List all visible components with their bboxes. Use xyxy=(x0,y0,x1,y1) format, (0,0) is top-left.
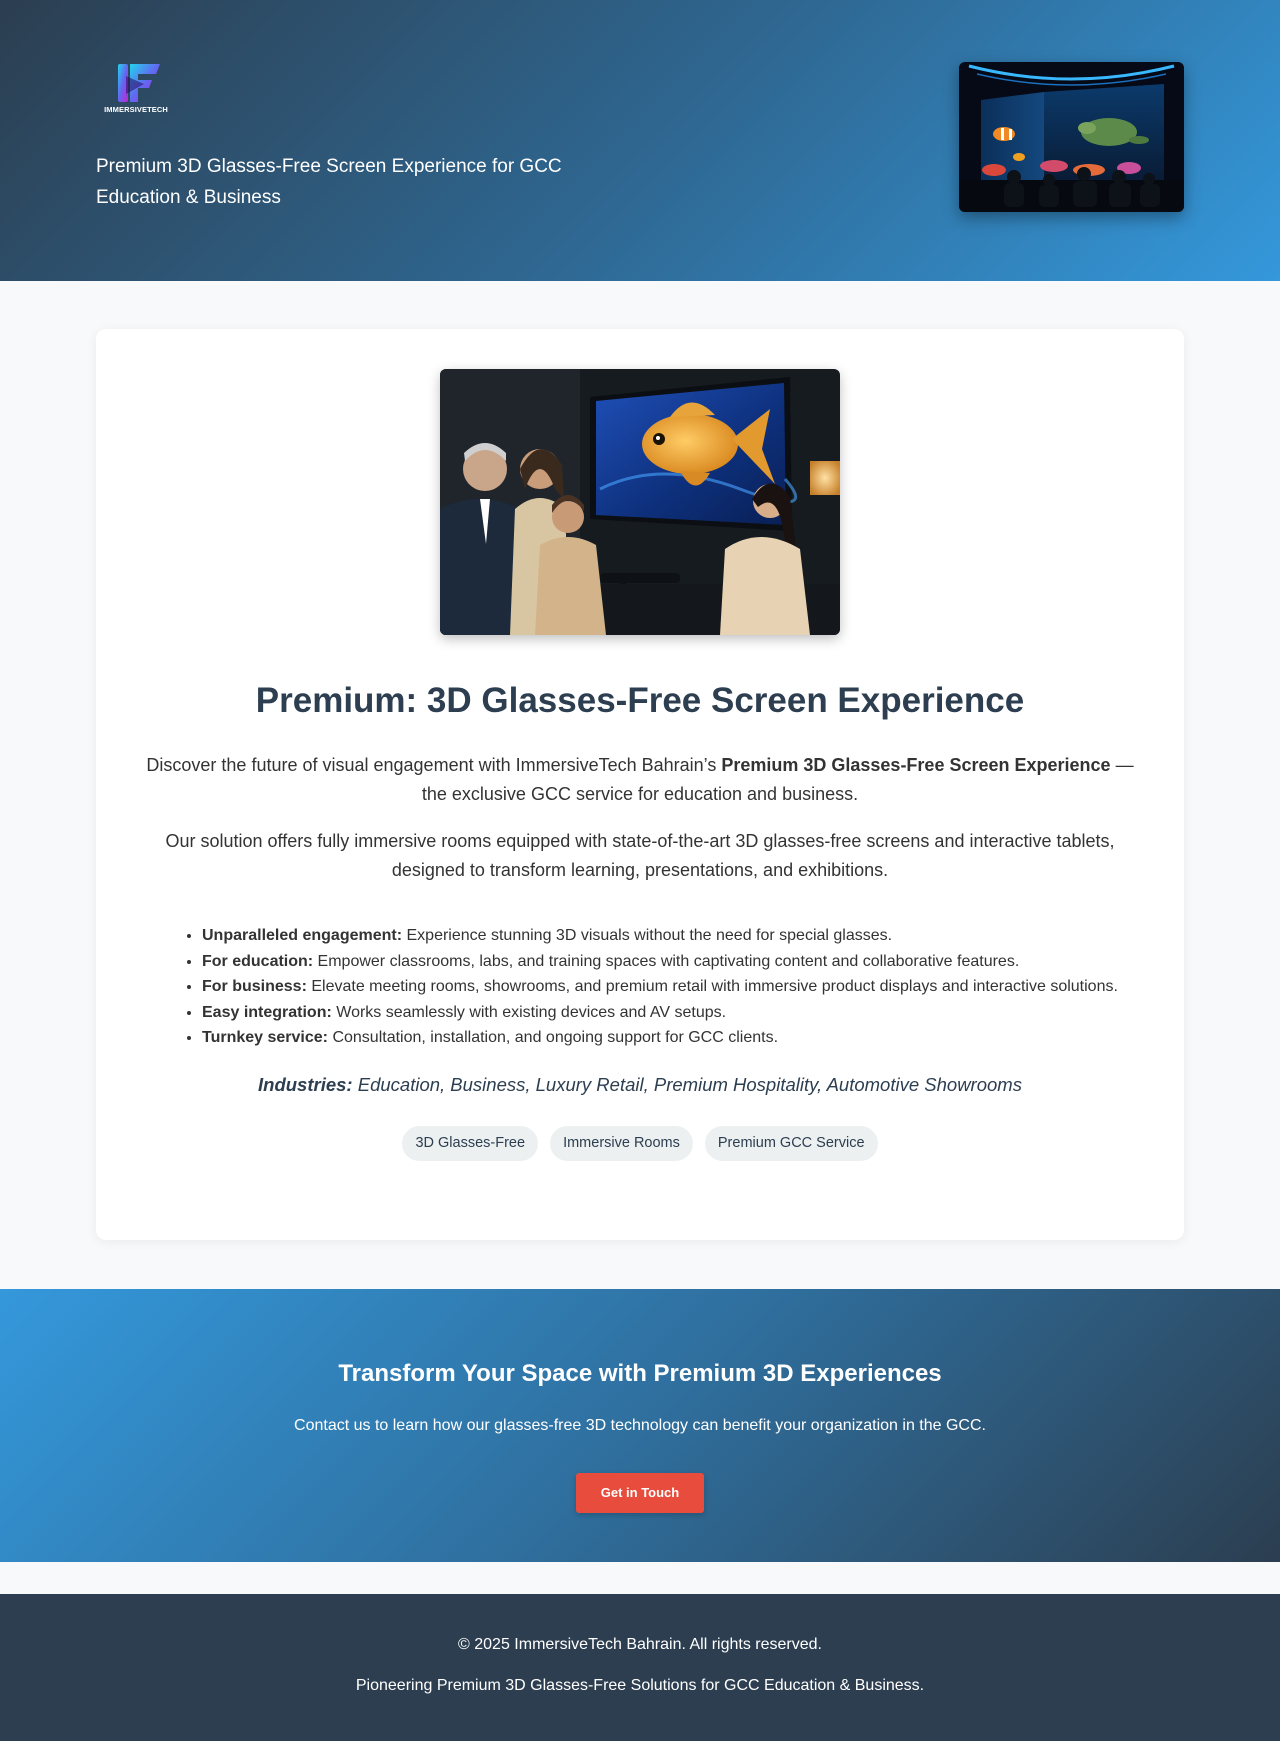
feature-item: For education: Empower classrooms, labs,… xyxy=(202,949,1162,975)
cta-section: Transform Your Space with Premium 3D Exp… xyxy=(0,1289,1280,1562)
industries-label: Industries: xyxy=(258,1074,353,1095)
feature-text: Consultation, installation, and ongoing … xyxy=(328,1029,779,1046)
tag-immersive-rooms: Immersive Rooms xyxy=(550,1126,693,1161)
aquarium-room-image xyxy=(959,62,1184,212)
feature-label: Turnkey service: xyxy=(202,1029,328,1046)
site-footer: © 2025 ImmersiveTech Bahrain. All rights… xyxy=(0,1594,1280,1741)
feature-item: Easy integration: Works seamlessly with … xyxy=(202,1000,1162,1026)
tag-premium-gcc-service: Premium GCC Service xyxy=(704,1126,878,1161)
footer-tagline: Pioneering Premium 3D Glasses-Free Solut… xyxy=(355,1677,925,1694)
intro-text-start: Discover the future of visual engagement… xyxy=(146,755,722,775)
logo-wordmark: IMMERSIVETECH xyxy=(104,105,168,114)
intro-highlight: Premium 3D Glasses-Free Screen Experienc… xyxy=(721,755,1111,775)
feature-item: Turnkey service: Consultation, installat… xyxy=(202,1025,1162,1051)
tag-3d-glasses-free: 3D Glasses-Free xyxy=(402,1126,539,1161)
industries-line: Industries: Education, Business, Luxury … xyxy=(96,1074,1184,1096)
feature-list: Unparalleled engagement: Experience stun… xyxy=(202,923,1162,1051)
header-tagline: Premium 3D Glasses-Free Screen Experienc… xyxy=(96,156,562,208)
product-card: Premium: 3D Glasses-Free Screen Experien… xyxy=(96,329,1184,1240)
feature-text: Elevate meeting rooms, showrooms, and pr… xyxy=(306,978,1118,995)
feature-label: Unparalleled engagement: xyxy=(202,927,403,944)
feature-label: For education: xyxy=(202,952,314,970)
cta-text: Contact us to learn how our glasses-free… xyxy=(294,1417,986,1434)
feature-item: Unparalleled engagement: Experience stun… xyxy=(202,923,1162,949)
feature-text: Works seamlessly with existing devices a… xyxy=(331,1003,727,1021)
intro-paragraph: Discover the future of visual engagement… xyxy=(136,751,1144,809)
site-header: IMMERSIVETECH Premium 3D Glasses-Free Sc… xyxy=(0,0,1280,281)
feature-text: Empower classrooms, labs, and training s… xyxy=(313,952,1020,970)
feature-label: For business: xyxy=(202,978,307,995)
page-title: Premium: 3D Glasses-Free Screen Experien… xyxy=(255,681,1025,720)
solution-paragraph: Our solution offers fully immersive room… xyxy=(165,831,1115,880)
get-in-touch-button[interactable]: Get in Touch xyxy=(576,1473,704,1513)
tag-list: 3D Glasses-Free Immersive Rooms Premium … xyxy=(96,1126,1184,1161)
footer-copyright: © 2025 ImmersiveTech Bahrain. All rights… xyxy=(458,1636,822,1653)
feature-label: Easy integration: xyxy=(202,1003,332,1021)
goldfish-3d-screen-image xyxy=(440,369,840,635)
feature-text: Experience stunning 3D visuals without t… xyxy=(402,927,893,944)
cta-title: Transform Your Space with Premium 3D Exp… xyxy=(338,1360,942,1387)
feature-item: For business: Elevate meeting rooms, sho… xyxy=(202,974,1162,1000)
industries-list: Education, Business, Luxury Retail, Prem… xyxy=(352,1074,1022,1095)
